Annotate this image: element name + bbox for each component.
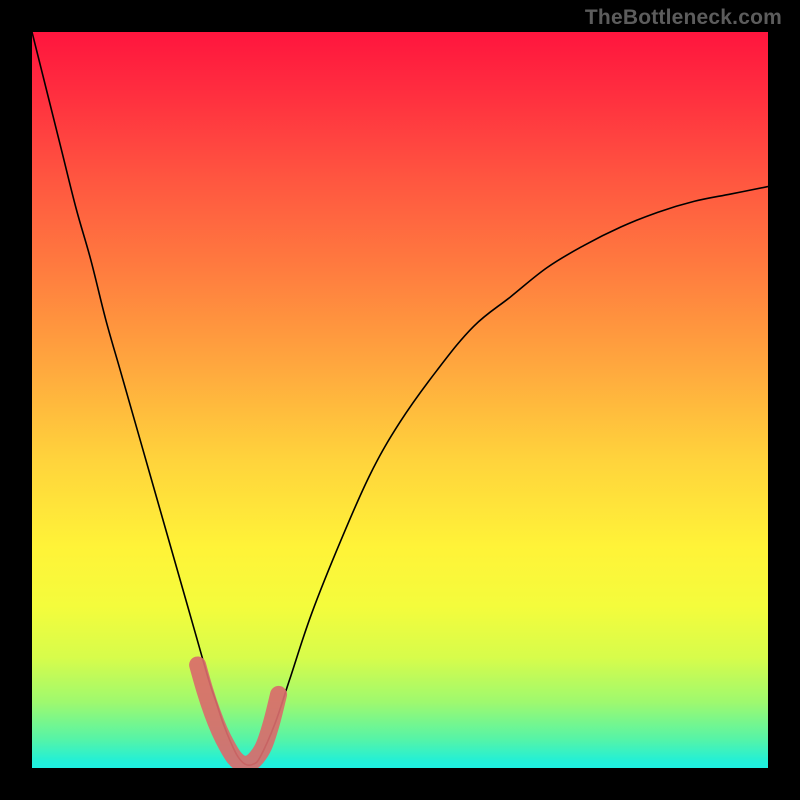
highlight-marker <box>198 665 279 764</box>
curve-svg <box>32 32 768 768</box>
bottleneck-curve <box>32 32 768 765</box>
watermark-text: TheBottleneck.com <box>585 6 782 30</box>
plot-area <box>32 32 768 768</box>
chart-frame: TheBottleneck.com <box>0 0 800 800</box>
